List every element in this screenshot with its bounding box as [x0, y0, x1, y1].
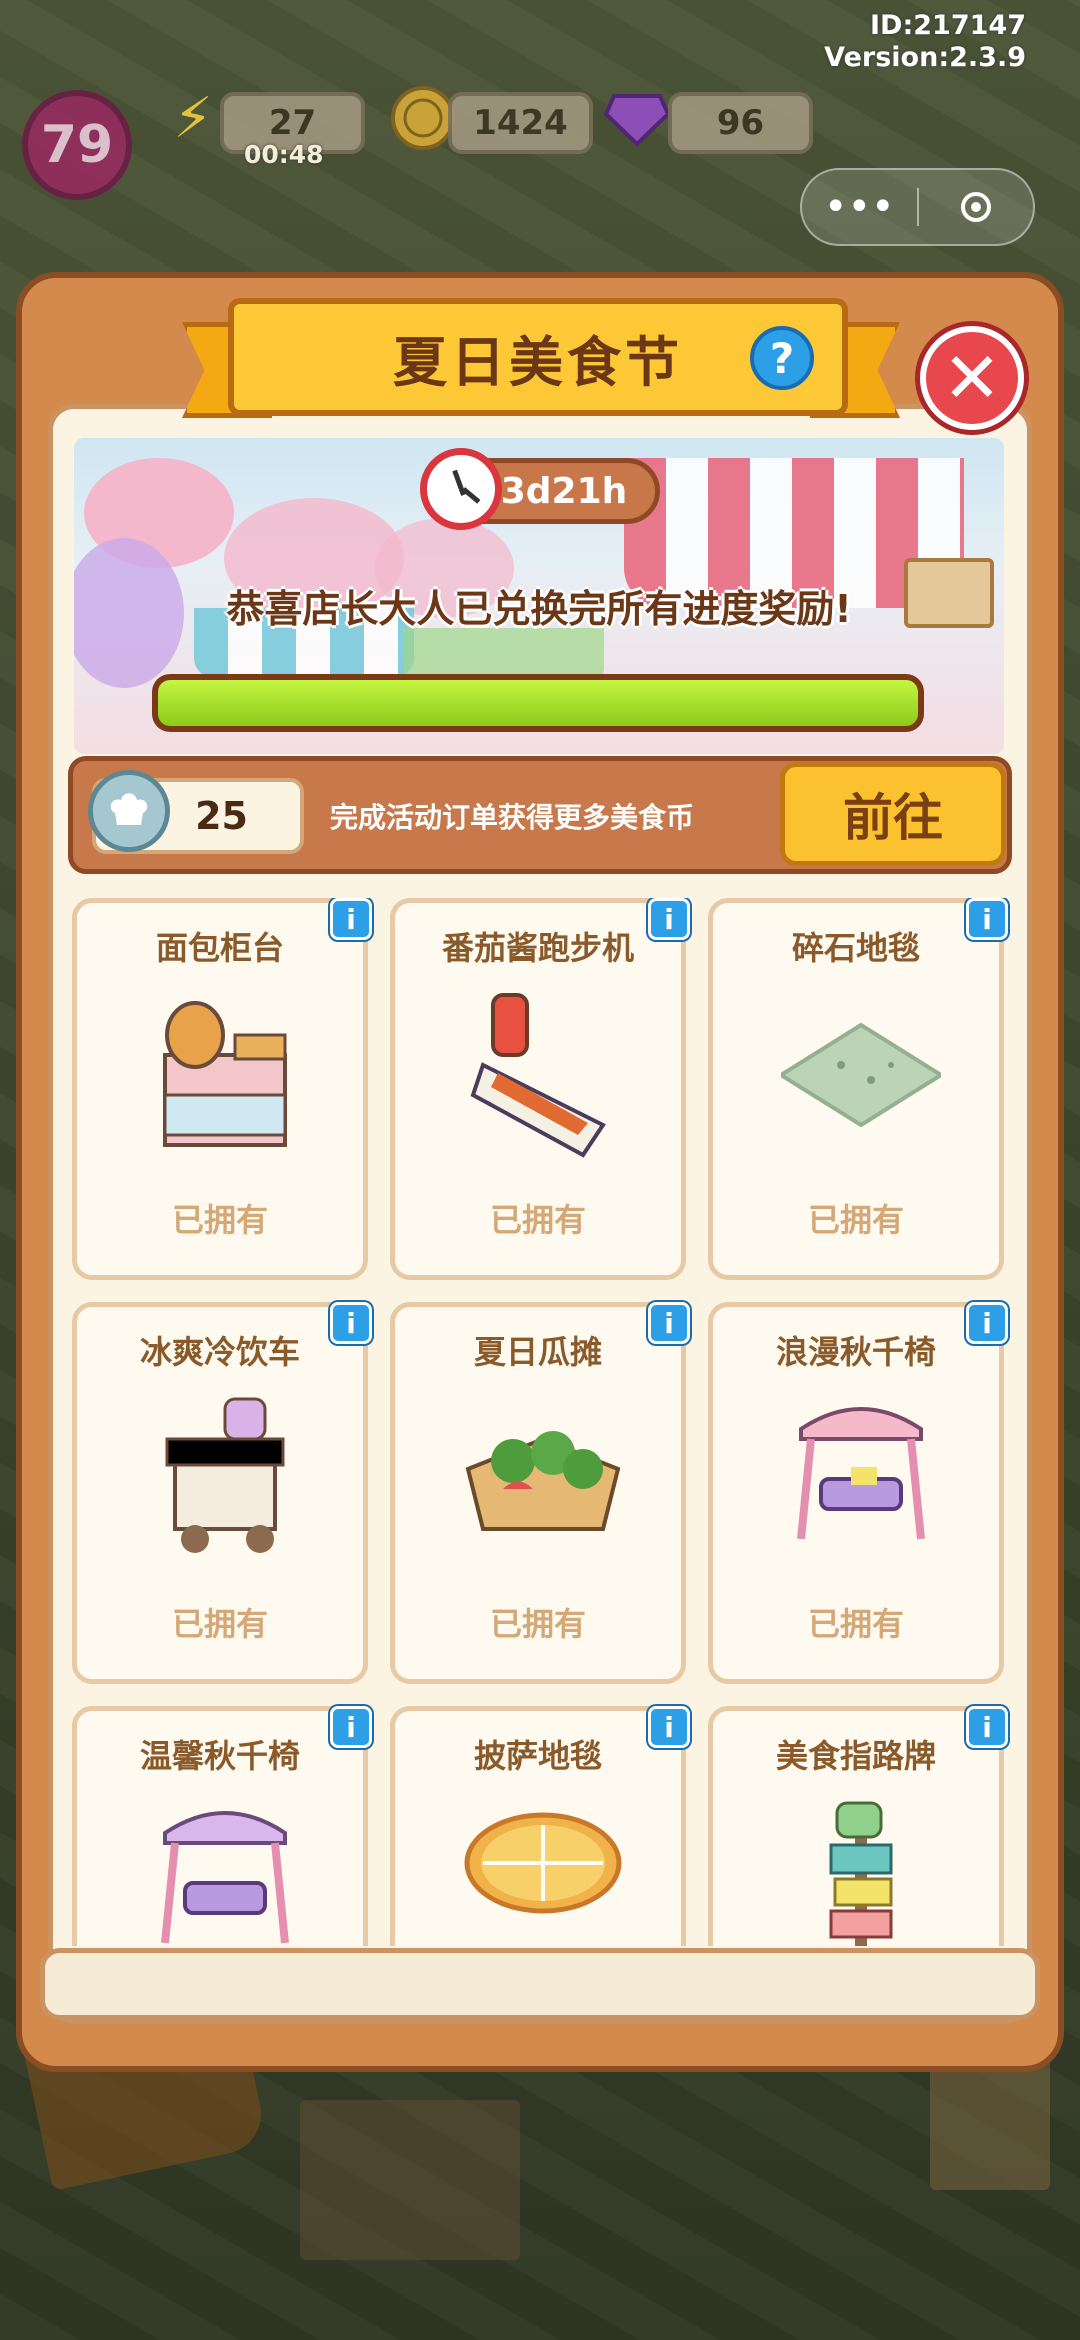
item-name: 碎石地毯 — [791, 929, 920, 967]
reward-card[interactable]: 面包柜台 已拥有 — [72, 898, 368, 1280]
reward-grid: 面包柜台 已拥有 番茄酱跑步机 已拥有 碎石地毯 已拥有 i i i 冰爽冷饮车… — [72, 898, 1012, 1946]
reward-card[interactable]: 夏日瓜摊 已拥有 — [390, 1302, 686, 1684]
pizza-rug-icon — [463, 1793, 623, 1946]
reward-card[interactable]: 番茄酱跑步机 已拥有 — [390, 898, 686, 1280]
romantic-swing-icon — [781, 1389, 941, 1569]
owned-label: 已拥有 — [171, 1201, 268, 1239]
chef-hat-coin-icon — [88, 770, 170, 852]
lightning-icon: ⚡ — [173, 85, 213, 151]
reward-card[interactable]: 浪漫秋千椅 已拥有 — [708, 1302, 1004, 1684]
reward-card[interactable]: 披萨地毯 — [390, 1706, 686, 1946]
progress-bar — [152, 674, 924, 732]
owned-label: 已拥有 — [807, 1605, 904, 1643]
close-button[interactable]: ✕ — [920, 326, 1024, 430]
food-signpost-icon — [781, 1793, 941, 1946]
congrats-message: 恭喜店长大人已兑换完所有进度奖励! — [226, 587, 852, 631]
owned-label: 已拥有 — [489, 1201, 586, 1239]
progress-fill — [158, 680, 918, 726]
close-miniprogram-button[interactable] — [919, 170, 1034, 244]
reward-card[interactable]: 温馨秋千椅 — [72, 1706, 368, 1946]
help-icon[interactable]: ? — [750, 326, 814, 390]
owned-label: 已拥有 — [489, 1605, 586, 1643]
energy-timer: 00:48 — [244, 140, 324, 169]
target-icon — [960, 192, 991, 222]
item-name: 美食指路牌 — [775, 1737, 936, 1775]
item-name: 番茄酱跑步机 — [441, 929, 634, 967]
item-name: 温馨秋千椅 — [139, 1737, 300, 1775]
info-icon[interactable]: i — [330, 898, 372, 940]
currency-description: 完成活动订单获得更多美食币 — [330, 801, 695, 834]
info-icon[interactable]: i — [330, 1302, 372, 1344]
clock-icon — [420, 448, 502, 530]
info-icon[interactable]: i — [966, 1302, 1008, 1344]
item-name: 浪漫秋千椅 — [775, 1333, 936, 1371]
miniprogram-capsule: ••• — [800, 168, 1035, 246]
version-text: Version:2.3.9 — [824, 42, 1026, 73]
reward-card[interactable]: 冰爽冷饮车 已拥有 — [72, 1302, 368, 1684]
build-info: ID:217147 Version:2.3.9 — [824, 10, 1026, 74]
player-id: ID:217147 — [870, 10, 1026, 41]
info-icon[interactable]: i — [966, 1706, 1008, 1748]
player-level-badge[interactable]: 79 — [22, 90, 132, 200]
owned-label: 已拥有 — [807, 1201, 904, 1239]
more-options-button[interactable]: ••• — [802, 170, 917, 244]
panel-scroll-bottom — [40, 1948, 1040, 2020]
gem-icon — [602, 78, 672, 158]
cold-drink-cart-icon — [145, 1389, 305, 1569]
item-name: 冰爽冷饮车 — [139, 1333, 300, 1371]
item-name: 面包柜台 — [155, 929, 284, 967]
coin-counter: 1424 — [448, 92, 593, 154]
panel-title: 夏日美食节 — [393, 330, 683, 394]
reward-card[interactable]: 碎石地毯 已拥有 — [708, 898, 1004, 1280]
gravel-rug-icon — [777, 985, 945, 1165]
info-icon[interactable]: i — [966, 898, 1008, 940]
watermelon-stall-icon — [463, 1389, 623, 1569]
more-icon: ••• — [823, 184, 895, 230]
info-icon[interactable]: i — [648, 898, 690, 940]
info-icon[interactable]: i — [648, 1706, 690, 1748]
bread-counter-icon — [145, 985, 305, 1165]
gem-counter: 96 — [668, 92, 813, 154]
owned-label: 已拥有 — [171, 1605, 268, 1643]
item-name: 披萨地毯 — [473, 1737, 602, 1775]
go-button[interactable]: 前往 — [780, 762, 1006, 866]
reward-card[interactable]: 美食指路牌 — [708, 1706, 1004, 1946]
ketchup-treadmill-icon — [463, 985, 623, 1165]
cozy-swing-icon — [145, 1793, 305, 1946]
item-name: 夏日瓜摊 — [473, 1333, 602, 1371]
info-icon[interactable]: i — [330, 1706, 372, 1748]
info-icon[interactable]: i — [648, 1302, 690, 1344]
